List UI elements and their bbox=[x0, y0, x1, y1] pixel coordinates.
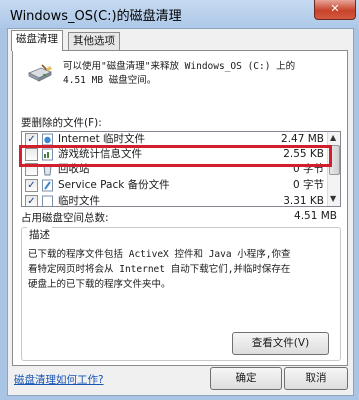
file-size: 3.31 KB bbox=[283, 195, 324, 207]
checkbox[interactable]: ✓ bbox=[25, 179, 38, 192]
list-item[interactable]: ✓ Internet 临时文件 2.47 MB bbox=[22, 132, 328, 147]
window-title: Windows_OS(C:)的磁盘清理 bbox=[10, 9, 182, 24]
title-bar: Windows_OS(C:)的磁盘清理 ✕ bbox=[0, 0, 359, 28]
scroll-down-icon[interactable]: ▼ bbox=[330, 194, 336, 203]
files-to-delete-label: 要删除的文件(F): bbox=[21, 117, 102, 129]
tab-disk-cleanup[interactable]: 磁盘清理 bbox=[11, 30, 63, 51]
intro-text: 可以使用"磁盘清理"来释放 Windows_OS (C:) 上的 4.51 MB… bbox=[63, 61, 296, 86]
description-label: 描述 bbox=[27, 227, 52, 242]
list-item[interactable]: 游戏统计信息文件 2.55 KB bbox=[22, 147, 328, 162]
file-size: 2.55 KB bbox=[283, 148, 324, 160]
file-name: Service Pack 备份文件 bbox=[58, 179, 170, 191]
file-name: 临时文件 bbox=[58, 195, 100, 207]
recycle-bin-icon bbox=[43, 165, 52, 176]
close-button[interactable]: ✕ bbox=[314, 0, 356, 20]
backup-files-icon bbox=[42, 179, 53, 192]
checkbox[interactable] bbox=[25, 163, 38, 176]
file-name: 游戏统计信息文件 bbox=[58, 148, 142, 160]
dialog-body: 磁盘清理 其他选项 可以使用"磁盘清理"来释放 Windows_OS (C:) … bbox=[7, 28, 354, 396]
file-size: 2.47 MB bbox=[281, 133, 324, 145]
total-space-label: 占用磁盘空间总数: bbox=[21, 212, 109, 224]
description-text: 已下载的程序文件包括 ActiveX 控件和 Java 小程序,你查 看特定网页… bbox=[28, 249, 291, 290]
tab-panel: 可以使用"磁盘清理"来释放 Windows_OS (C:) 上的 4.51 MB… bbox=[12, 50, 348, 366]
description-group: 描述 已下载的程序文件包括 ActiveX 控件和 Java 小程序,你查 看特… bbox=[21, 227, 341, 361]
check-icon: ✓ bbox=[27, 180, 36, 191]
internet-files-icon bbox=[42, 133, 53, 146]
file-size: 0 字节 bbox=[292, 179, 324, 191]
file-size: 0 字节 bbox=[292, 163, 324, 175]
list-item[interactable]: 回收站 0 字节 bbox=[22, 162, 328, 177]
view-files-button[interactable]: 查看文件(V) bbox=[232, 332, 329, 355]
check-icon: ✓ bbox=[27, 196, 36, 207]
scroll-up-icon[interactable]: ▲ bbox=[330, 133, 336, 142]
checkbox[interactable] bbox=[25, 148, 38, 161]
list-item[interactable]: ✓ Service Pack 备份文件 0 字节 bbox=[22, 178, 328, 193]
temp-files-icon bbox=[42, 195, 53, 206]
tab-more-options[interactable]: 其他选项 bbox=[68, 32, 120, 50]
checkbox[interactable]: ✓ bbox=[25, 133, 38, 146]
cancel-button[interactable]: 取消 bbox=[284, 367, 348, 390]
check-icon: ✓ bbox=[27, 134, 36, 145]
file-list[interactable]: ✓ Internet 临时文件 2.47 MB 游戏统计信息文件 2.55 KB… bbox=[21, 131, 341, 207]
game-stats-icon bbox=[42, 148, 53, 161]
checkbox[interactable]: ✓ bbox=[25, 195, 38, 207]
file-name: Internet 临时文件 bbox=[58, 133, 146, 145]
help-link[interactable]: 磁盘清理如何工作? bbox=[14, 372, 104, 387]
list-item[interactable]: ✓ 临时文件 3.31 KB bbox=[22, 194, 328, 207]
scroll-thumb[interactable] bbox=[329, 145, 340, 175]
disk-cleanup-icon bbox=[28, 64, 52, 82]
file-name: 回收站 bbox=[58, 163, 90, 175]
ok-button[interactable]: 确定 bbox=[210, 367, 282, 390]
list-scrollbar[interactable]: ▲ ▼ bbox=[327, 132, 340, 206]
total-space-value: 4.51 MB bbox=[294, 210, 337, 222]
